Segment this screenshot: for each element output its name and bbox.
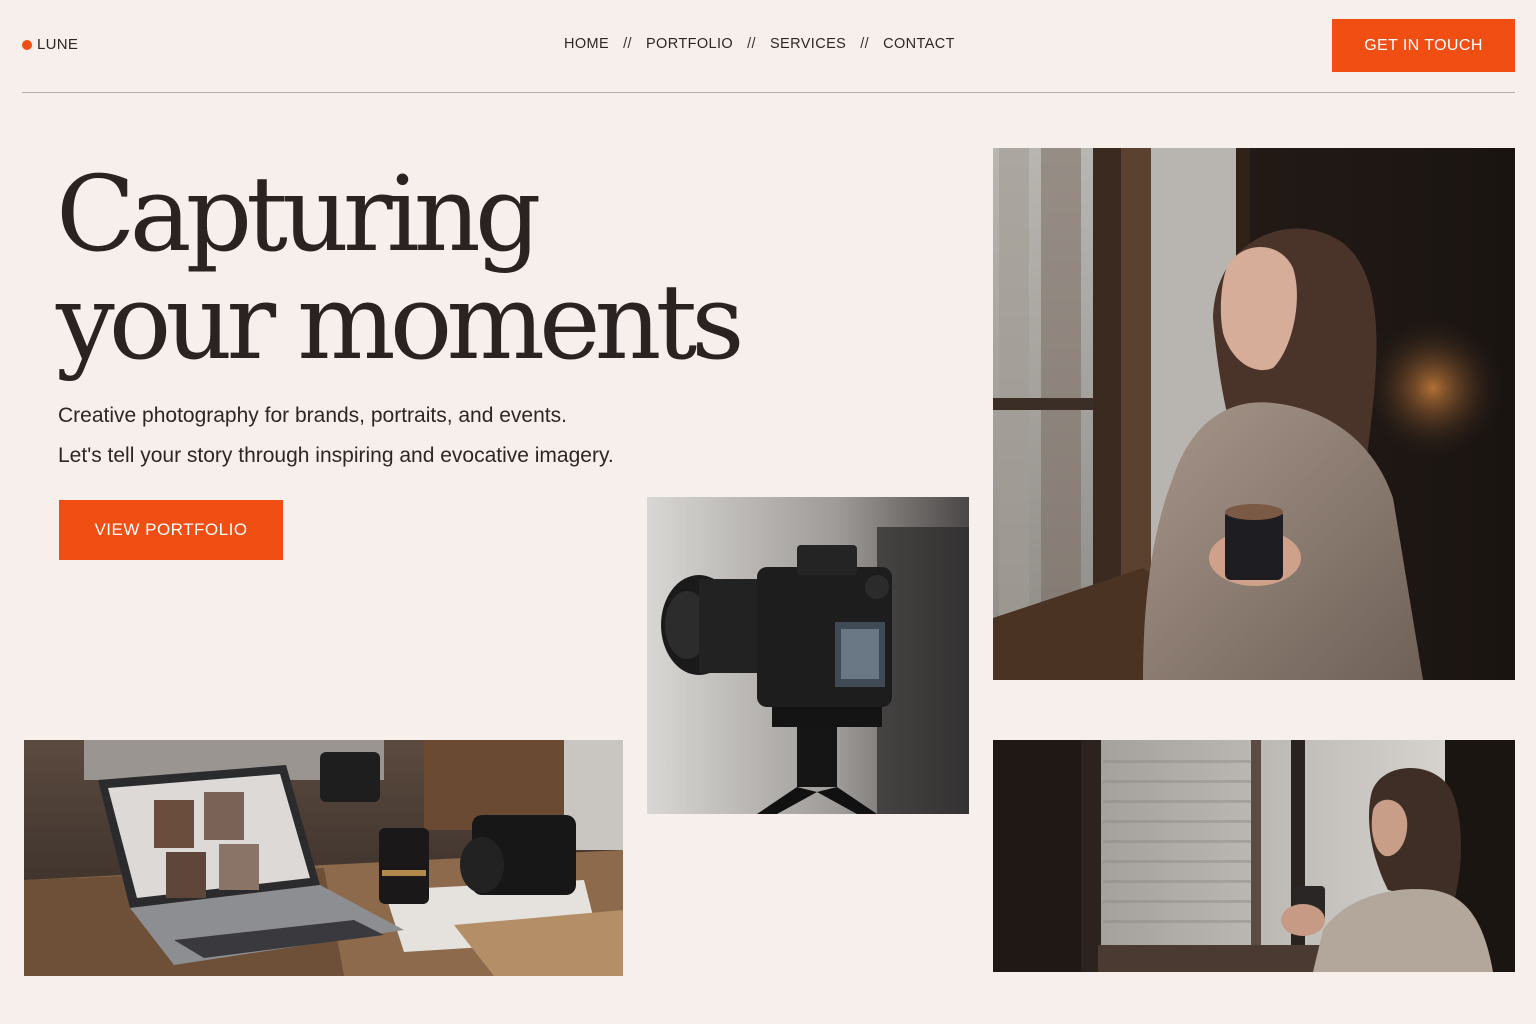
photo-woman-sitting	[993, 740, 1515, 972]
brand-logo[interactable]: LUNE	[22, 36, 78, 53]
nav-separator: //	[623, 36, 632, 52]
main-nav: HOME // PORTFOLIO // SERVICES // CONTACT	[564, 36, 955, 52]
headline-line-1: Capturing	[56, 153, 541, 275]
hero-subcopy: Creative photography for brands, portrai…	[58, 396, 614, 476]
photo-woman-at-window	[993, 148, 1515, 680]
subcopy-line-1: Creative photography for brands, portrai…	[58, 404, 567, 427]
brand-dot-icon	[22, 39, 32, 50]
nav-contact[interactable]: CONTACT	[883, 36, 955, 52]
header-divider	[22, 92, 1515, 93]
brand-name: LUNE	[37, 36, 79, 53]
photo-camera-on-tripod	[647, 497, 969, 814]
nav-portfolio[interactable]: PORTFOLIO	[646, 36, 733, 52]
headline-line-2: your moments	[56, 261, 745, 383]
landing-page: LUNE HOME // PORTFOLIO // SERVICES // CO…	[0, 0, 1536, 1024]
view-portfolio-button[interactable]: VIEW PORTFOLIO	[59, 500, 283, 560]
photo-laptop-desk	[24, 740, 623, 976]
site-header: LUNE HOME // PORTFOLIO // SERVICES // CO…	[0, 0, 1536, 93]
hero-headline: Capturing your moments	[56, 160, 776, 376]
get-in-touch-button[interactable]: GET IN TOUCH	[1332, 19, 1515, 72]
nav-home[interactable]: HOME	[564, 36, 609, 52]
nav-separator: //	[860, 36, 870, 52]
subcopy-line-2: Let's tell your story through inspiring …	[58, 444, 614, 467]
nav-separator: //	[747, 36, 756, 52]
nav-services[interactable]: SERVICES	[770, 36, 846, 52]
